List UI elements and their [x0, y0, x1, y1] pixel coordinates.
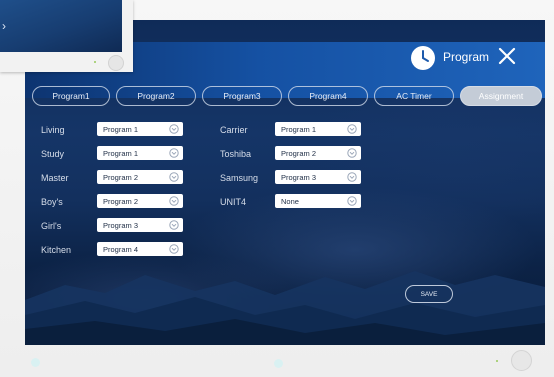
chevron-down-icon: [169, 244, 179, 254]
select-value: Program 2: [103, 172, 139, 182]
home-button-icon: [108, 55, 124, 71]
room-label-kitchen: Kitchen: [41, 245, 72, 255]
tab-label: Program4: [309, 91, 347, 101]
chevron-down-icon: [169, 220, 179, 230]
chevron-down-icon: [169, 196, 179, 206]
select-value: Program 1: [103, 148, 139, 158]
save-button[interactable]: SAVE: [405, 285, 453, 303]
thumbnail-window: ›: [0, 0, 133, 72]
chevron-down-icon: [347, 124, 357, 134]
tab-label: AC Timer: [396, 91, 432, 101]
room-label-study: Study: [41, 149, 65, 159]
select-value: Program 2: [103, 196, 139, 206]
unit-label-samsung: Samsung: [220, 173, 259, 183]
select-value: Program 3: [103, 220, 139, 230]
tab-program1[interactable]: Program1: [32, 86, 110, 106]
chevron-right-icon[interactable]: ›: [2, 19, 6, 33]
sensor-dot: [274, 359, 283, 368]
tab-assignment[interactable]: Assignment: [460, 86, 542, 106]
led-indicator: [94, 61, 96, 63]
thumbnail-image: [0, 0, 122, 52]
chevron-down-icon: [347, 172, 357, 182]
room-label-boys: Boy's: [41, 197, 63, 207]
room-label-master: Master: [41, 173, 69, 183]
select-value: Program 1: [103, 124, 139, 134]
tab-ac-timer[interactable]: AC Timer: [374, 86, 454, 106]
unit4-program-select[interactable]: None: [275, 194, 361, 208]
home-button-icon: [511, 350, 532, 371]
tab-bar: Program1 Program2 Program3 Program4 AC T…: [32, 86, 542, 108]
select-value: Program 4: [103, 244, 139, 254]
select-value: Program 1: [281, 124, 317, 134]
select-value: Program 3: [281, 172, 317, 182]
chevron-down-icon: [347, 148, 357, 158]
tab-program2[interactable]: Program2: [116, 86, 196, 106]
toshiba-program-select[interactable]: Program 2: [275, 146, 361, 160]
master-program-select[interactable]: Program 2: [97, 170, 183, 184]
tab-label: Program1: [52, 91, 90, 101]
study-program-select[interactable]: Program 1: [97, 146, 183, 160]
chevron-down-icon: [169, 148, 179, 158]
tab-label: Program2: [137, 91, 175, 101]
room-label-girls: Girl's: [41, 221, 62, 231]
close-icon[interactable]: [495, 44, 519, 68]
living-program-select[interactable]: Program 1: [97, 122, 183, 136]
select-value: None: [281, 196, 299, 206]
carrier-program-select[interactable]: Program 1: [275, 122, 361, 136]
clock-icon: [411, 46, 435, 70]
tab-program3[interactable]: Program3: [202, 86, 282, 106]
tab-program4[interactable]: Program4: [288, 86, 368, 106]
boys-program-select[interactable]: Program 2: [97, 194, 183, 208]
page-title: Program: [443, 50, 490, 64]
unit-label-carrier: Carrier: [220, 125, 248, 135]
samsung-program-select[interactable]: Program 3: [275, 170, 361, 184]
girls-program-select[interactable]: Program 3: [97, 218, 183, 232]
tab-label: Program3: [223, 91, 261, 101]
led-indicator: [496, 360, 498, 362]
room-label-living: Living: [41, 125, 65, 135]
chevron-down-icon: [169, 172, 179, 182]
sensor-dot: [31, 358, 40, 367]
tab-label: Assignment: [478, 91, 524, 101]
chevron-down-icon: [169, 124, 179, 134]
kitchen-program-select[interactable]: Program 4: [97, 242, 183, 256]
select-value: Program 2: [281, 148, 317, 158]
unit-label-toshiba: Toshiba: [220, 149, 252, 159]
chevron-down-icon: [347, 196, 357, 206]
unit-label-unit4: UNIT4: [220, 197, 247, 207]
